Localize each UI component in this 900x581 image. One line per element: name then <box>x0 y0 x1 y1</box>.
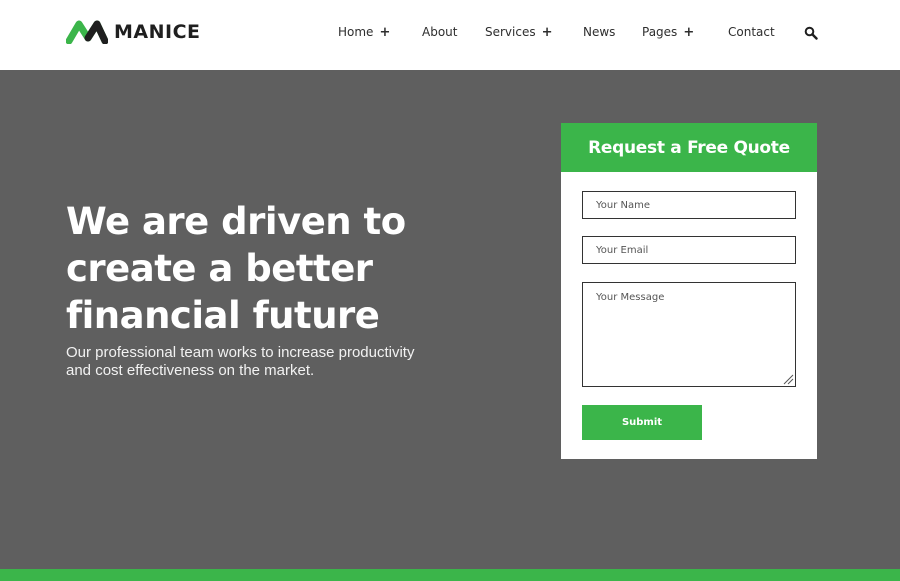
nav-item-label: Pages <box>642 25 678 39</box>
hero-title: We are driven to create a better financi… <box>66 198 506 339</box>
footer-accent-bar <box>0 569 900 581</box>
name-field[interactable] <box>582 191 796 219</box>
hero-title-line: We are driven to <box>66 200 406 243</box>
hero-title-line: financial future <box>66 294 380 337</box>
hero-title-line: create a better <box>66 247 373 290</box>
nav-item-services[interactable]: Services + <box>485 24 553 41</box>
brand-name: MANICE <box>114 21 201 43</box>
nav-item-label: News <box>583 25 616 39</box>
submenu-plus-icon: + <box>541 25 553 40</box>
site-header: MANICE Home + About Services + News Pages +… <box>0 0 900 70</box>
nav-item-label: Contact <box>728 25 775 39</box>
quote-form-header: Request a Free Quote <box>561 123 817 172</box>
search-icon[interactable] <box>804 26 818 40</box>
nav-item-label: Home <box>338 25 374 39</box>
quote-form-title: Request a Free Quote <box>588 137 790 158</box>
submit-button[interactable]: Submit <box>582 405 702 440</box>
nav-item-about[interactable]: About <box>422 24 457 40</box>
hero-subtitle: Our professional team works to increase … <box>66 344 466 379</box>
message-field[interactable] <box>582 282 796 387</box>
nav-item-label: About <box>422 25 458 39</box>
hero-subtitle-line: and cost effectiveness on the market. <box>66 361 315 379</box>
hero-subtitle-line: Our professional team works to increase … <box>66 344 415 361</box>
nav-item-home[interactable]: Home + <box>338 24 390 41</box>
logo-mark-icon <box>66 20 108 44</box>
nav-item-label: Services <box>485 25 536 39</box>
email-field[interactable] <box>582 236 796 264</box>
submenu-plus-icon: + <box>379 25 391 40</box>
nav-item-pages[interactable]: Pages + <box>642 24 694 41</box>
nav-item-contact[interactable]: Contact <box>728 24 775 40</box>
submenu-plus-icon: + <box>683 25 695 40</box>
brand-logo[interactable]: MANICE <box>66 19 201 45</box>
quote-form: Request a Free Quote Submit <box>561 123 817 459</box>
nav-item-news[interactable]: News <box>583 24 615 40</box>
resize-grip-icon[interactable] <box>782 373 794 385</box>
